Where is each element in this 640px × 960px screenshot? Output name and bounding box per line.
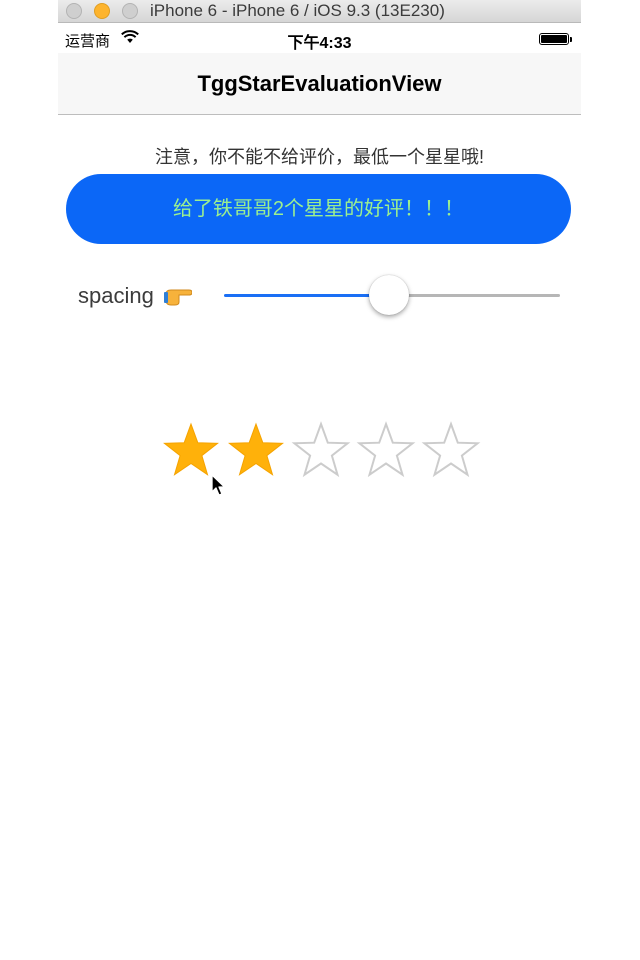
nav-title: TggStarEvaluationView bbox=[197, 71, 442, 96]
star-empty-icon[interactable] bbox=[356, 421, 416, 481]
battery-icon bbox=[539, 33, 569, 45]
phone-screen: 运营商 下午4:33 TggStarEvaluationView 注意，你不能不… bbox=[58, 23, 581, 960]
star-empty-icon[interactable] bbox=[421, 421, 481, 481]
window-zoom-button[interactable] bbox=[122, 3, 138, 19]
simulator-titlebar: iPhone 6 - iPhone 6 / iOS 9.3 (13E230) bbox=[58, 0, 581, 23]
mouse-cursor-icon bbox=[211, 474, 227, 503]
battery-tip bbox=[570, 37, 572, 42]
pointing-hand-icon bbox=[164, 285, 193, 312]
star-empty-icon[interactable] bbox=[291, 421, 351, 481]
navigation-bar: TggStarEvaluationView bbox=[58, 53, 581, 115]
window-minimize-button[interactable] bbox=[94, 3, 110, 19]
star-filled-icon[interactable] bbox=[161, 421, 221, 481]
status-time: 下午4:33 bbox=[287, 35, 352, 52]
status-bar: 运营商 下午4:33 bbox=[58, 23, 581, 53]
rating-result-button[interactable]: 给了铁哥哥2个星星的好评！！！ bbox=[66, 174, 571, 244]
slider-min-track bbox=[224, 294, 389, 297]
slider-max-track bbox=[389, 294, 560, 297]
notice-text: 注意，你不能不给评价，最低一个星星哦! bbox=[155, 147, 484, 167]
spacing-label: spacing bbox=[78, 283, 154, 308]
star-rating[interactable] bbox=[161, 421, 481, 481]
slider-thumb[interactable] bbox=[369, 275, 409, 315]
spacing-slider[interactable] bbox=[224, 273, 560, 319]
star-filled-icon[interactable] bbox=[226, 421, 286, 481]
window-title: iPhone 6 - iPhone 6 / iOS 9.3 (13E230) bbox=[150, 1, 445, 20]
window-close-button[interactable] bbox=[66, 3, 82, 19]
